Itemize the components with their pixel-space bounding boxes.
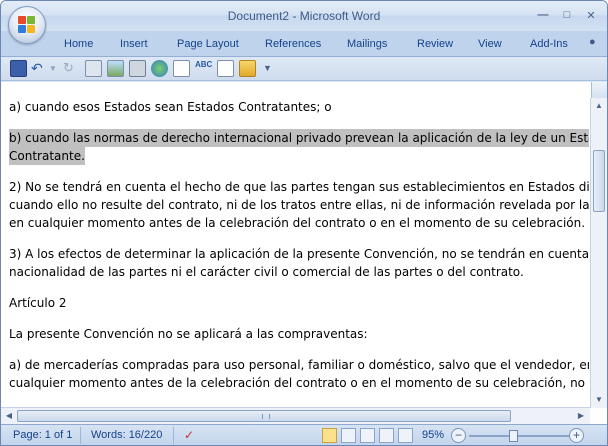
paragraph: 2) No se tendrá en cuenta el hecho de qu… — [9, 178, 589, 232]
office-button[interactable] — [8, 6, 46, 44]
text-line: cualquier momento antes de la celebració… — [9, 376, 589, 390]
document-area[interactable]: a) cuando esos Estados sean Estados Cont… — [1, 82, 607, 424]
text-line: en cualquier momento antes de la celebra… — [9, 216, 586, 230]
print-icon[interactable] — [129, 60, 146, 77]
open-icon[interactable] — [239, 60, 256, 77]
outline-view-icon[interactable] — [379, 428, 394, 443]
paragraph: Artículo 2 — [9, 294, 589, 312]
tab-mailings[interactable]: Mailings — [347, 38, 387, 50]
minimize-button[interactable]: — — [533, 7, 553, 23]
paragraph: a) cuando esos Estados sean Estados Cont… — [9, 98, 589, 116]
undo-icon[interactable]: ↶ — [31, 60, 48, 77]
tab-references[interactable]: References — [265, 38, 321, 50]
title-bar: Document2 - Microsoft Word — □ ✕ — [1, 1, 607, 44]
office-logo-icon — [18, 16, 36, 34]
paragraph: a) de mercaderías compradas para uso per… — [9, 356, 589, 392]
zoom-in-icon[interactable]: + — [569, 428, 584, 443]
text-line: a) de mercaderías compradas para uso per… — [9, 358, 589, 372]
quick-access-toolbar: ↶ ▼ ↻ ABC ▼ — [1, 57, 607, 81]
window-controls: — □ ✕ — [533, 7, 601, 23]
page-count[interactable]: Page: 1 of 1 — [13, 429, 72, 441]
save-icon[interactable] — [10, 60, 27, 77]
spelling-icon[interactable]: ABC — [195, 60, 212, 77]
text-line: cuando ello no resulte del contrato, ni … — [9, 198, 589, 212]
vertical-scrollbar[interactable]: ▲ ▼ — [590, 98, 607, 408]
preview-icon[interactable] — [173, 60, 190, 77]
tab-home[interactable]: Home — [64, 38, 93, 50]
close-button[interactable]: ✕ — [581, 7, 601, 23]
maximize-button[interactable]: □ — [557, 7, 577, 23]
scroll-right-icon[interactable]: ▶ — [576, 411, 586, 421]
tab-add-ins[interactable]: Add-Ins — [530, 38, 568, 50]
status-bar: Page: 1 of 1 Words: 16/220 ✓ 95% − + — [1, 424, 607, 445]
zoom-slider-thumb[interactable] — [509, 430, 518, 442]
ruler-toggle-button[interactable] — [591, 82, 607, 98]
print-layout-view-icon[interactable] — [322, 428, 337, 443]
text-line: La presente Convención no se aplicará a … — [9, 327, 368, 341]
full-screen-reading-view-icon[interactable] — [341, 428, 356, 443]
paragraph: 3) A los efectos de determinar la aplica… — [9, 245, 589, 281]
text-line: b) cuando las normas de derecho internac… — [9, 129, 589, 147]
horizontal-scroll-thumb[interactable] — [17, 410, 511, 422]
maximize-icon: □ — [563, 9, 571, 21]
zoom-out-icon[interactable]: − — [451, 428, 466, 443]
tab-insert[interactable]: Insert — [120, 38, 148, 50]
tab-review[interactable]: Review — [417, 38, 453, 50]
window-title: Document2 - Microsoft Word — [227, 9, 381, 23]
word-count[interactable]: Words: 16/220 — [91, 429, 162, 441]
help-icon[interactable]: ● — [589, 36, 596, 48]
web-layout-view-icon[interactable] — [360, 428, 375, 443]
vertical-scroll-thumb[interactable] — [593, 150, 605, 212]
scroll-left-icon[interactable]: ◀ — [4, 411, 14, 421]
close-icon: ✕ — [586, 9, 596, 22]
draft-view-icon[interactable] — [398, 428, 413, 443]
scroll-up-icon[interactable]: ▲ — [594, 101, 604, 111]
horizontal-scrollbar[interactable]: ◀ ▶ — [1, 407, 590, 424]
text-line: nacionalidad de las partes ni el carácte… — [9, 265, 524, 279]
text-line: a) cuando esos Estados sean Estados Cont… — [9, 100, 332, 114]
text-line: Contratante. — [9, 147, 85, 165]
minimize-icon: — — [537, 9, 549, 21]
picture-icon[interactable] — [107, 60, 124, 77]
scroll-down-icon[interactable]: ▼ — [594, 395, 604, 405]
document-name: Document2 — [227, 9, 290, 23]
word-window: Document2 - Microsoft Word — □ ✕ Home In… — [0, 0, 608, 446]
zoom-level[interactable]: 95% — [422, 429, 444, 441]
document-content[interactable]: a) cuando esos Estados sean Estados Cont… — [9, 98, 589, 405]
proofing-icon[interactable]: ✓ — [184, 428, 199, 443]
app-name: Microsoft Word — [299, 9, 381, 23]
text-line: 2) No se tendrá en cuenta el hecho de qu… — [9, 180, 589, 194]
cut-icon[interactable] — [85, 60, 102, 77]
web-icon[interactable] — [151, 60, 168, 77]
customize-icon[interactable]: ▼ — [263, 60, 280, 77]
ribbon-tabs: Home Insert Page Layout References Maili… — [1, 31, 607, 57]
new-icon[interactable] — [217, 60, 234, 77]
text-line: 3) A los efectos de determinar la aplica… — [9, 247, 589, 261]
zoom-slider-track[interactable] — [469, 435, 573, 437]
tab-view[interactable]: View — [478, 38, 502, 50]
paragraph: La presente Convención no se aplicará a … — [9, 325, 589, 343]
text-line: Artículo 2 — [9, 296, 67, 310]
redo-icon[interactable]: ↻ — [63, 60, 80, 77]
paragraph-selected: b) cuando las normas de derecho internac… — [9, 129, 589, 165]
tab-page-layout[interactable]: Page Layout — [177, 38, 239, 50]
